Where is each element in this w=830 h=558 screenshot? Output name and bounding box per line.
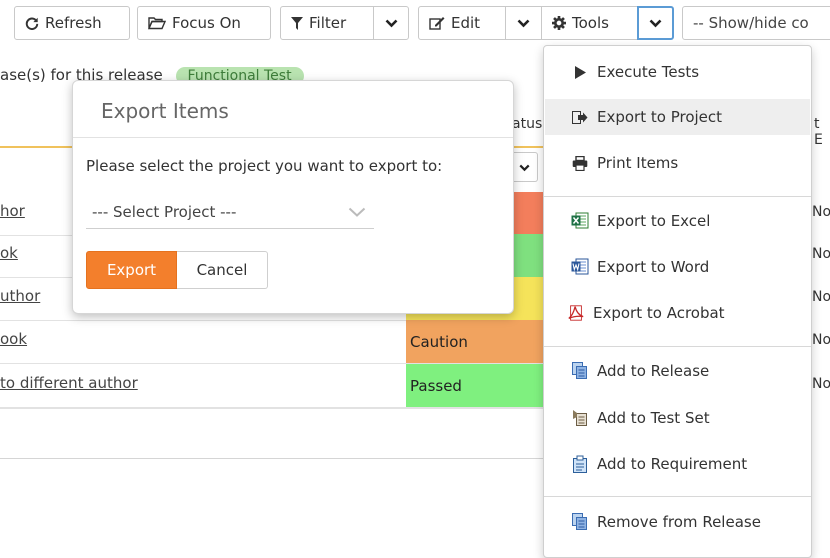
menu-divider (544, 346, 811, 347)
copy-release-icon (571, 362, 589, 380)
grid-bottom-line (0, 458, 546, 459)
filter-button[interactable]: Filter (280, 6, 374, 40)
requirement-icon (571, 455, 589, 473)
status-column-header[interactable]: atus (512, 116, 542, 132)
cancel-button[interactable]: Cancel (177, 251, 268, 289)
row-last-value: No (812, 246, 830, 262)
test-case-link[interactable]: uthor (0, 287, 40, 305)
release-note-text: ase(s) fo (0, 66, 65, 84)
row-last-value: No (812, 289, 830, 305)
tools-dropdown-button[interactable] (637, 6, 674, 40)
export-button[interactable]: Export (86, 251, 177, 289)
menu-item-label: Add to Requirement (597, 455, 748, 473)
menu-divider (544, 496, 811, 497)
edit-button[interactable]: Edit (418, 6, 506, 40)
print-icon (571, 154, 589, 172)
menu-item-export-word[interactable]: Export to Word (545, 249, 810, 285)
dialog-message: Please select the project you want to ex… (86, 157, 443, 175)
menu-item-add-to-release[interactable]: Add to Release (545, 353, 810, 389)
menu-item-export-excel[interactable]: Export to Excel (545, 203, 810, 239)
sign-out-icon (571, 108, 589, 126)
row-divider (0, 408, 546, 409)
status-cell: Caution (406, 320, 546, 363)
show-hide-columns-select[interactable]: -- Show/hide co (682, 6, 830, 40)
word-icon (571, 258, 589, 276)
menu-item-label: Export to Excel (597, 212, 711, 230)
menu-item-label: Remove from Release (597, 513, 761, 531)
test-set-icon (571, 409, 589, 427)
filter-label: Filter (309, 14, 347, 32)
tools-dropdown-menu: Execute Tests Export to Project Print It… (543, 45, 812, 558)
menu-item-label: Print Items (597, 154, 679, 172)
excel-icon (571, 212, 589, 230)
pdf-icon (567, 304, 585, 322)
folder-open-icon (148, 16, 166, 30)
edit-dropdown-button[interactable] (505, 6, 542, 40)
edit-icon (429, 16, 445, 31)
test-case-link[interactable]: ook (0, 330, 27, 348)
copy-release-icon (571, 513, 589, 531)
refresh-label: Refresh (45, 14, 102, 32)
menu-item-label: Export to Word (597, 258, 710, 276)
edit-label: Edit (451, 14, 481, 32)
menu-divider (544, 196, 811, 197)
status-filter-dropdown[interactable] (512, 152, 538, 182)
chevron-down-icon (649, 19, 662, 28)
menu-item-label: Export to Acrobat (593, 304, 725, 322)
export-items-dialog: Export Items Please select the project y… (72, 80, 514, 314)
row-last-value: No (812, 204, 830, 220)
chevron-down-icon (519, 158, 530, 176)
menu-item-execute-tests[interactable]: Execute Tests (545, 54, 810, 90)
chevron-down-icon (348, 203, 366, 221)
project-select[interactable]: --- Select Project --- (86, 195, 374, 229)
filter-dropdown-button[interactable] (373, 6, 409, 40)
row-last-value: No (812, 376, 830, 392)
menu-item-label: Export to Project (597, 108, 723, 126)
menu-item-export-to-project[interactable]: Export to Project (545, 99, 810, 135)
refresh-icon (25, 16, 39, 30)
menu-item-remove-from-release[interactable]: Remove from Release (545, 504, 810, 540)
dialog-divider (73, 137, 513, 138)
menu-item-add-to-test-set[interactable]: Add to Test Set (545, 400, 810, 436)
status-cell: Passed (406, 364, 546, 407)
chevron-down-icon (385, 19, 398, 28)
show-hide-columns-label: -- Show/hide co (693, 14, 809, 32)
filter-icon (291, 16, 303, 30)
test-case-link[interactable]: to different author (0, 374, 138, 392)
focus-on-button[interactable]: Focus On (137, 6, 271, 40)
dialog-title: Export Items (101, 99, 229, 123)
menu-item-label: Add to Release (597, 362, 710, 380)
project-select-value: --- Select Project --- (92, 202, 237, 221)
play-icon (571, 63, 589, 81)
test-case-link[interactable]: hor (0, 202, 25, 220)
tools-button[interactable]: Tools (541, 6, 638, 40)
refresh-button[interactable]: Refresh (14, 6, 130, 40)
chevron-down-icon (517, 19, 530, 28)
menu-item-label: Add to Test Set (597, 409, 710, 427)
menu-item-export-acrobat[interactable]: Export to Acrobat (545, 295, 810, 331)
menu-item-print-items[interactable]: Print Items (545, 145, 810, 181)
menu-item-label: Execute Tests (597, 63, 700, 81)
test-case-link[interactable]: ok (0, 244, 18, 262)
last-column-header[interactable]: t E (814, 116, 830, 148)
gear-icon (552, 16, 566, 30)
menu-item-add-to-requirement[interactable]: Add to Requirement (545, 446, 810, 482)
row-last-value: No (812, 332, 830, 348)
tools-label: Tools (572, 14, 609, 32)
focus-on-label: Focus On (172, 14, 241, 32)
